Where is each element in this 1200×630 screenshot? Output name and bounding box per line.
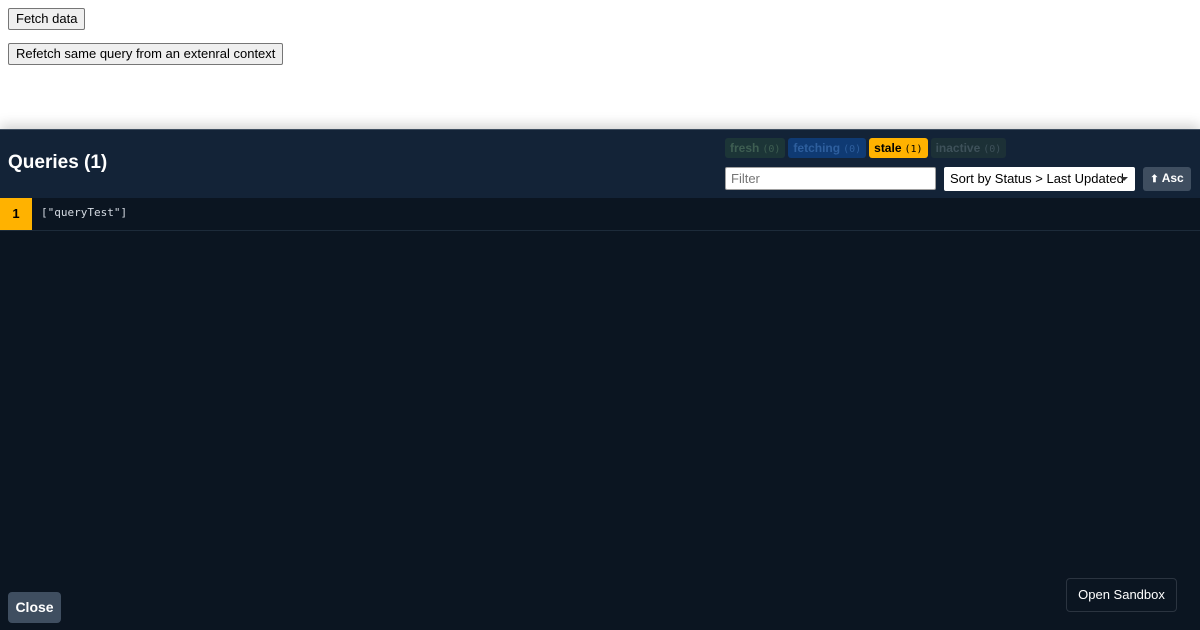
sort-select-value: Sort by Status > Last Updated <box>950 171 1124 186</box>
sort-order-label: Asc <box>1161 171 1184 185</box>
refetch-external-button[interactable]: Refetch same query from an extenral cont… <box>8 43 284 65</box>
sort-select[interactable]: Sort by Status > Last Updated <box>944 167 1135 191</box>
status-filter-row: fresh (0) fetching (0) stale (1) inactive (0… <box>725 138 1007 158</box>
query-row[interactable]: 1 ["queryTest"] <box>0 198 1200 231</box>
status-fresh-label: fresh <box>730 141 760 155</box>
queries-title: Queries (1) <box>8 152 108 173</box>
status-stale-badge[interactable]: stale (1) <box>869 138 928 158</box>
status-fetching-count: (0) <box>843 144 862 155</box>
devtools-header: Queries (1) fresh (0) fetching (0) stale (1… <box>0 130 1200 198</box>
arrow-up-icon: ⬆ <box>1150 174 1159 185</box>
open-sandbox-button[interactable]: Open Sandbox <box>1066 578 1177 612</box>
chevron-down-icon <box>1120 177 1128 181</box>
fetch-data-button[interactable]: Fetch data <box>8 8 86 30</box>
query-key: ["queryTest"] <box>41 206 128 219</box>
query-observer-count: 1 <box>0 198 32 230</box>
status-stale-count: (1) <box>904 144 923 155</box>
query-devtools-panel: Queries (1) fresh (0) fetching (0) stale (1… <box>0 129 1200 630</box>
status-stale-label: stale <box>874 141 902 155</box>
status-fetching-badge[interactable]: fetching (0) <box>788 138 867 158</box>
filter-input[interactable] <box>725 167 936 190</box>
status-inactive-badge[interactable]: inactive (0) <box>930 138 1007 158</box>
page-buttons: Fetch data Refetch same query from an ex… <box>8 8 284 65</box>
status-fetching-label: fetching <box>793 141 841 155</box>
status-fresh-count: (0) <box>762 144 781 155</box>
close-devtools-button[interactable]: Close <box>8 592 61 623</box>
status-inactive-label: inactive <box>935 141 981 155</box>
status-fresh-badge[interactable]: fresh (0) <box>725 138 786 158</box>
sort-order-button[interactable]: ⬆ Asc <box>1143 167 1191 191</box>
status-inactive-count: (0) <box>983 144 1002 155</box>
